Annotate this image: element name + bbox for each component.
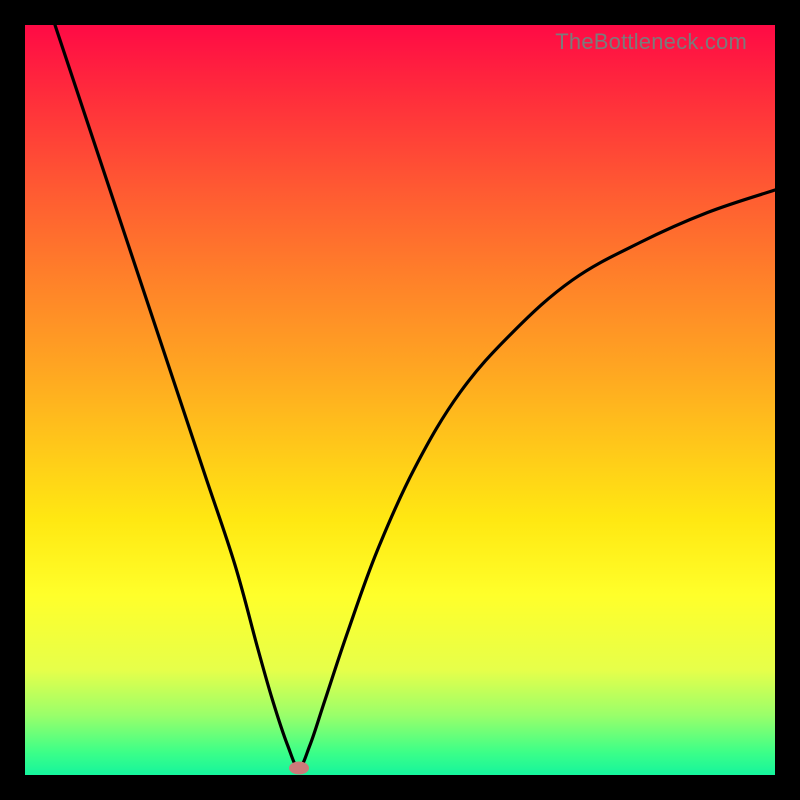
curve-svg	[25, 25, 775, 775]
bottleneck-curve	[55, 25, 775, 768]
plot-area: TheBottleneck.com	[25, 25, 775, 775]
chart-frame: TheBottleneck.com	[0, 0, 800, 800]
minimum-marker	[289, 761, 309, 774]
